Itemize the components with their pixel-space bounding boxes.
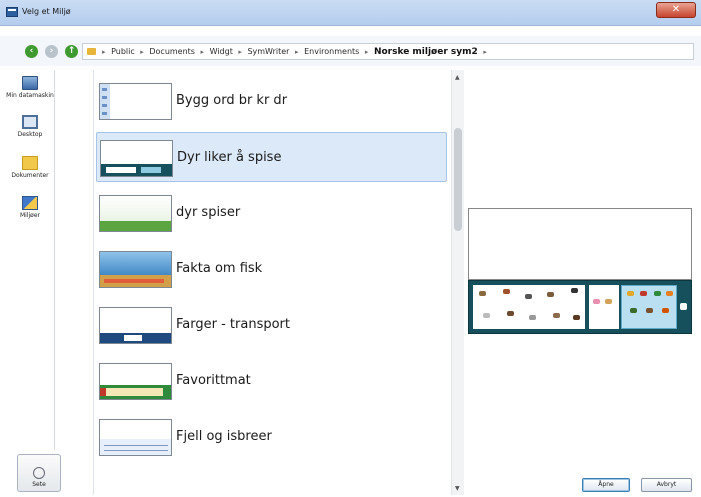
list-item[interactable]: Bygg ord br kr dr (96, 76, 447, 126)
window-title: Velg et Miljø (22, 7, 71, 16)
scroll-thumb[interactable] (454, 128, 462, 231)
preview-symbol-grid (473, 285, 585, 329)
item-label: dyr spiser (176, 205, 241, 220)
forward-arrow-icon[interactable]: › (45, 45, 58, 58)
breadcrumb-widgt[interactable]: Widgt (210, 47, 233, 56)
breadcrumb-current[interactable]: Norske miljøer sym2 (374, 47, 478, 57)
list-item[interactable]: dyr spiser (96, 188, 447, 238)
item-label: Dyr liker å spise (177, 150, 282, 165)
back-arrow-icon[interactable]: ‹ (25, 45, 38, 58)
title-bar: Velg et Miljø ✕ (0, 0, 701, 26)
places-list: Min datamaskin Desktop Dokumenter Miljøe… (5, 70, 55, 450)
item-label: Favorittmat (176, 373, 251, 388)
folder-icon (87, 48, 96, 55)
breadcrumb-public[interactable]: Public (111, 47, 135, 56)
list-item[interactable]: Farger - transport (96, 300, 447, 350)
folder-icon (22, 156, 38, 170)
environment-icon (22, 196, 38, 210)
navigation-bar: ‹ › ↑ ▸ Public ▸ Documents ▸ Widgt ▸ Sym… (0, 36, 701, 66)
preview-toolbar (468, 280, 692, 334)
preview-label-card (589, 285, 619, 329)
list-item[interactable]: Fjell og isbreer (96, 412, 447, 462)
scroll-down-icon[interactable]: ▼ (455, 485, 460, 492)
desktop-icon (22, 115, 38, 129)
settings-button[interactable]: Sete (17, 454, 61, 492)
item-label: Farger - transport (176, 317, 290, 332)
item-label: Fjell og isbreer (176, 429, 272, 444)
scroll-up-icon[interactable]: ▲ (455, 74, 460, 81)
clock-icon (33, 467, 45, 479)
settings-label: Sete (32, 481, 46, 488)
environment-preview (468, 208, 692, 335)
list-item-selected[interactable]: Dyr liker å spise (96, 132, 447, 182)
breadcrumb[interactable]: ▸ Public ▸ Documents ▸ Widgt ▸ SymWriter… (82, 43, 694, 60)
open-button[interactable]: Åpne (582, 478, 630, 492)
list-item[interactable]: Fakta om fisk (96, 244, 447, 294)
app-icon (6, 7, 18, 17)
place-label: Min datamaskin (6, 92, 54, 99)
preview-food-card (621, 285, 677, 329)
environment-thumbnail (99, 83, 172, 120)
environment-thumbnail (99, 307, 172, 344)
place-label: Desktop (17, 131, 43, 138)
file-list: Bygg ord br kr dr Dyr liker å spise dyr … (93, 70, 464, 495)
place-label: Miljøer (19, 212, 40, 219)
close-button[interactable]: ✕ (656, 2, 696, 18)
place-computer[interactable]: Min datamaskin (5, 76, 55, 99)
computer-icon (22, 76, 38, 90)
preview-document-area (468, 208, 692, 280)
list-item[interactable]: Favorittmat (96, 356, 447, 406)
item-label: Bygg ord br kr dr (176, 93, 288, 108)
breadcrumb-environments[interactable]: Environments (304, 47, 359, 56)
place-environments[interactable]: Miljøer (5, 196, 55, 219)
environment-thumbnail (99, 195, 172, 232)
places-panel: Min datamaskin Desktop Dokumenter Miljøe… (5, 70, 90, 495)
environment-thumbnail (99, 363, 172, 400)
preview-expand-icon (680, 303, 687, 310)
up-arrow-icon[interactable]: ↑ (65, 45, 78, 58)
breadcrumb-symwriter[interactable]: SymWriter (247, 47, 289, 56)
environment-thumbnail (99, 419, 172, 456)
place-desktop[interactable]: Desktop (5, 115, 55, 138)
place-label: Dokumenter (11, 172, 49, 179)
file-list-scrollbar[interactable]: ▲ ▼ (451, 70, 464, 495)
breadcrumb-documents[interactable]: Documents (149, 47, 195, 56)
place-documents[interactable]: Dokumenter (5, 156, 55, 179)
cancel-button[interactable]: Avbryt (641, 478, 692, 492)
environment-thumbnail (99, 251, 172, 288)
item-label: Fakta om fisk (176, 261, 263, 276)
environment-thumbnail (100, 140, 173, 177)
